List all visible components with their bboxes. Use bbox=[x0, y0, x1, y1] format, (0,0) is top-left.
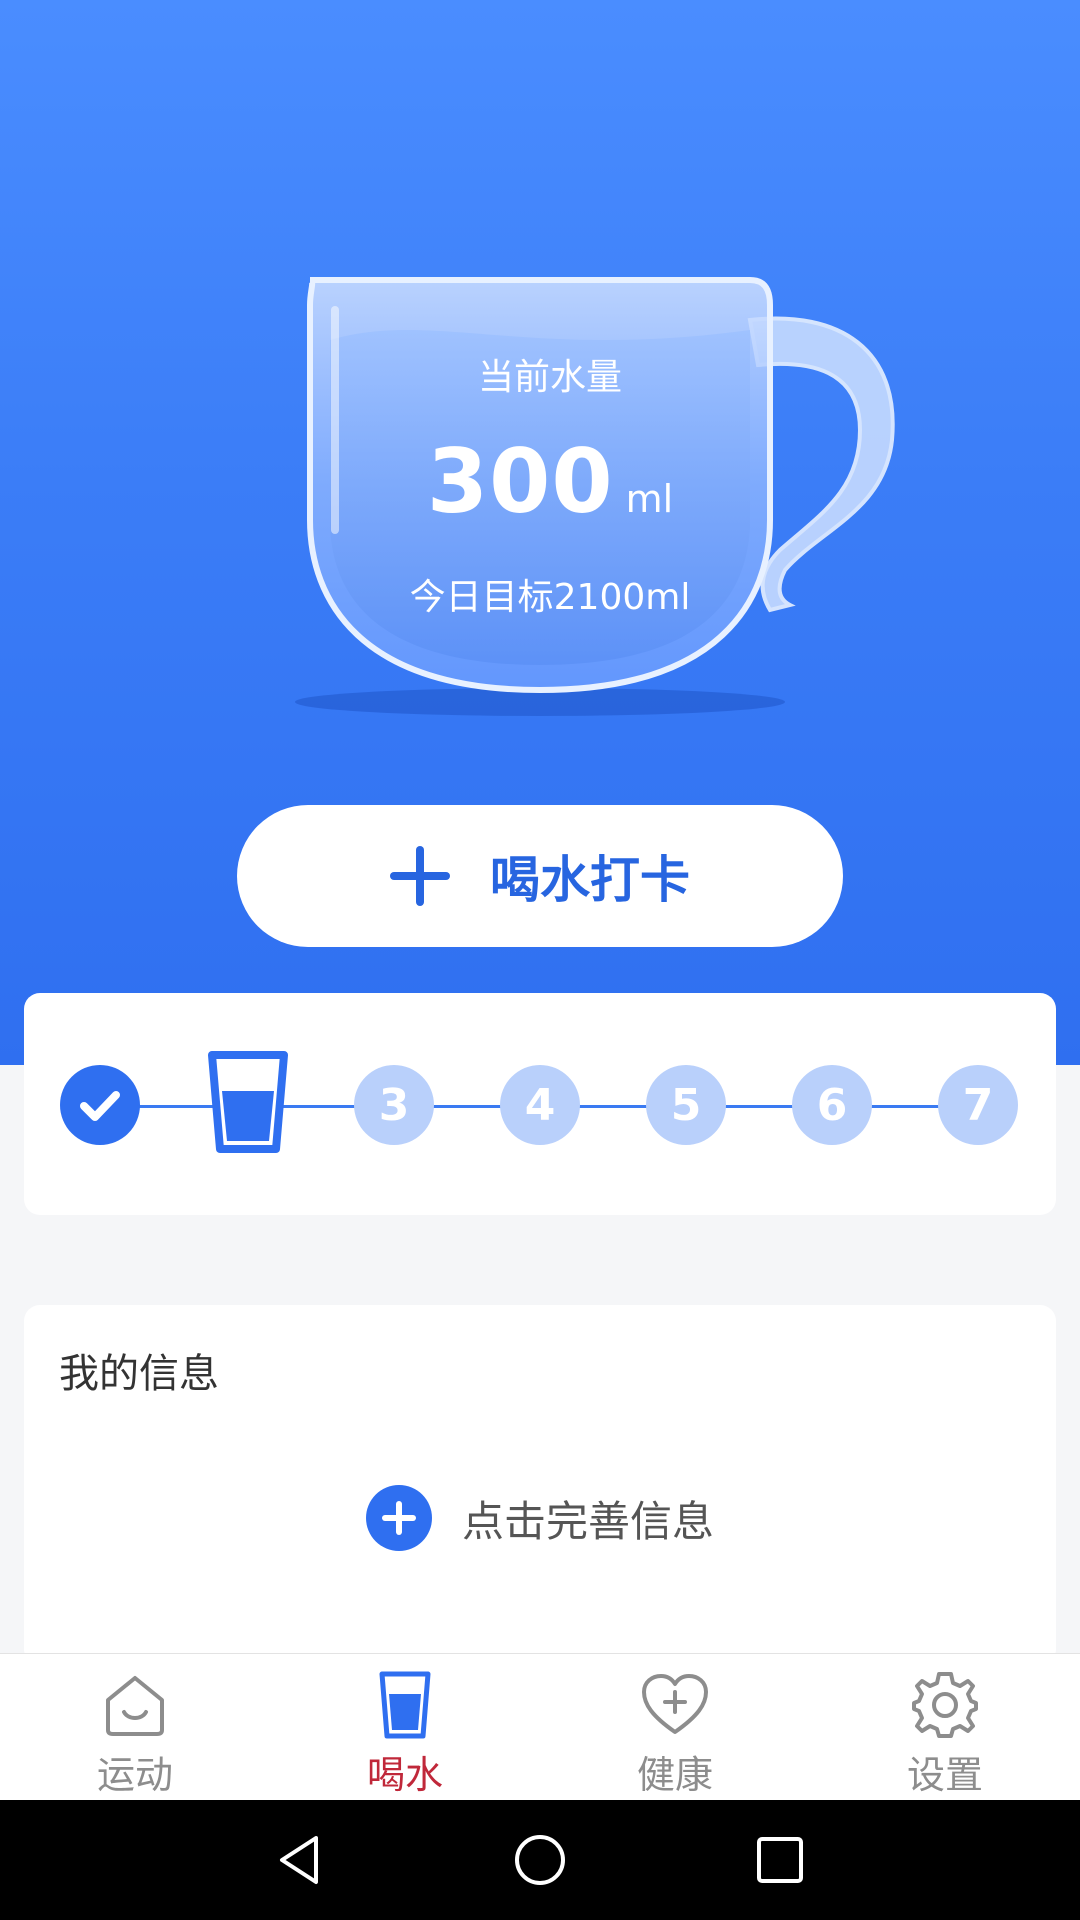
complete-info-label: 点击完善信息 bbox=[461, 1496, 714, 1546]
nav-item-settings[interactable]: 设置 bbox=[810, 1654, 1080, 1801]
checkin-label: 喝水打卡 bbox=[490, 851, 690, 909]
daily-goal: 今日目标2100ml bbox=[409, 577, 691, 618]
recent-apps-icon[interactable] bbox=[750, 1830, 810, 1890]
current-water-value: 300 bbox=[426, 430, 614, 533]
check-icon bbox=[80, 1091, 120, 1121]
system-nav-bar bbox=[0, 1800, 1080, 1920]
my-info-card: 我的信息 点击完善信息 bbox=[24, 1305, 1056, 1665]
nav-item-health[interactable]: 健康 bbox=[540, 1654, 810, 1801]
plus-icon bbox=[390, 846, 450, 906]
step-4[interactable]: 4 bbox=[500, 1065, 580, 1145]
step-1-done[interactable] bbox=[60, 1065, 140, 1145]
step-3[interactable]: 3 bbox=[354, 1065, 434, 1145]
back-icon[interactable] bbox=[270, 1830, 330, 1890]
gear-icon bbox=[912, 1672, 978, 1738]
current-water-unit: ml bbox=[625, 477, 674, 521]
current-water-label: 当前水量 bbox=[477, 357, 622, 398]
nav-item-drink[interactable]: 喝水 bbox=[270, 1654, 540, 1801]
water-glass-icon bbox=[379, 1671, 431, 1739]
nav-label-drink: 喝水 bbox=[366, 1753, 443, 1797]
home-smile-icon bbox=[106, 1676, 164, 1736]
plus-circle-icon bbox=[365, 1485, 432, 1551]
nav-label-sport: 运动 bbox=[96, 1753, 173, 1797]
complete-info-button[interactable]: 点击完善信息 bbox=[24, 1485, 1056, 1551]
step-7[interactable]: 7 bbox=[938, 1065, 1018, 1145]
nav-item-sport[interactable]: 运动 bbox=[0, 1654, 270, 1801]
home-icon[interactable] bbox=[510, 1830, 570, 1890]
step-5[interactable]: 5 bbox=[646, 1065, 726, 1145]
step-6[interactable]: 6 bbox=[792, 1065, 872, 1145]
water-glass-icon[interactable] bbox=[206, 1051, 290, 1155]
current-water-row: 300 ml bbox=[280, 430, 820, 533]
hero-banner: 当前水量 300 ml 今日目标2100ml 喝水打卡 bbox=[0, 0, 1080, 1065]
water-mug: 当前水量 300 ml 今日目标2100ml bbox=[280, 270, 920, 720]
my-info-title: 我的信息 bbox=[59, 1351, 219, 1397]
nav-label-settings: 设置 bbox=[906, 1753, 983, 1797]
heart-plus-icon bbox=[642, 1674, 708, 1734]
bottom-nav: 运动 喝水 健康 设置 bbox=[0, 1653, 1080, 1800]
drink-checkin-button[interactable]: 喝水打卡 bbox=[237, 805, 843, 947]
nav-label-health: 健康 bbox=[636, 1753, 713, 1797]
drink-progress-card: 3 4 5 6 7 bbox=[24, 993, 1056, 1215]
